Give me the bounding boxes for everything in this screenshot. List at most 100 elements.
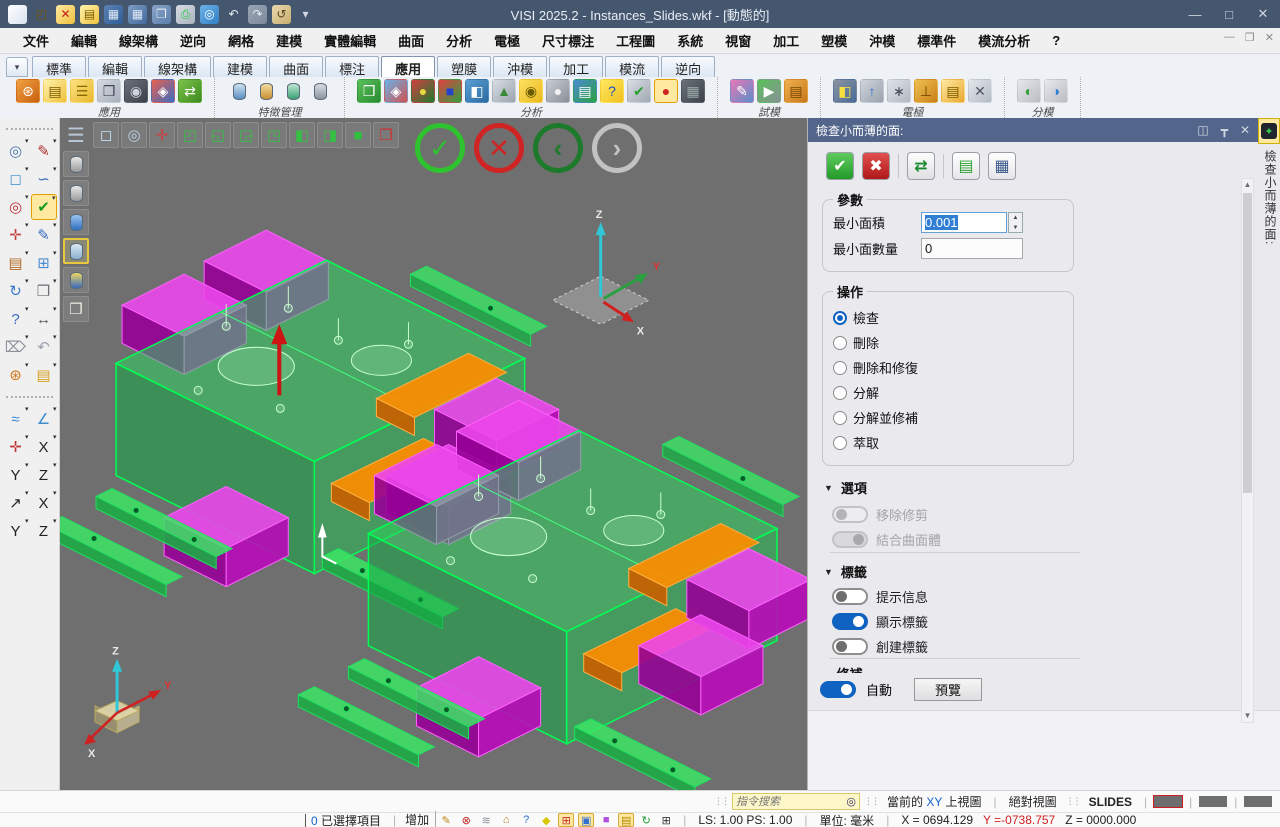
toolbar-drag-handle[interactable] — [6, 396, 53, 400]
menu-item-系統[interactable]: 系統 — [666, 28, 714, 53]
auto-rotate-icon[interactable]: ↻ — [638, 813, 654, 827]
open-file-icon[interactable]: ◰ — [32, 5, 51, 24]
close-button[interactable]: ✕ — [1246, 0, 1280, 28]
curve-pen-icon[interactable]: ✎▾ — [31, 222, 57, 248]
toolbar-drag-handle[interactable] — [6, 128, 53, 132]
spline-edit-icon[interactable]: ∽▾ — [31, 166, 57, 192]
small-faces-check-icon[interactable]: ● — [654, 79, 678, 103]
section-options[interactable]: ▼選項 — [824, 478, 867, 497]
cancel-button[interactable]: ✕ — [474, 123, 524, 173]
menu-item-沖模[interactable]: 沖模 — [858, 28, 906, 53]
radio-option-分解[interactable]: 分解 — [823, 380, 1073, 405]
display-hidden-icon[interactable] — [63, 180, 89, 206]
box-analysis-icon[interactable]: ❒ — [357, 79, 381, 103]
core-sphere-icon[interactable]: ◐ — [1017, 79, 1041, 103]
ladder-icon[interactable]: ▤ — [618, 813, 634, 827]
display-wireframe-icon[interactable] — [63, 151, 89, 177]
menu-item-分析[interactable]: 分析 — [435, 28, 483, 53]
ucs-axis-icon[interactable]: ✛▾ — [3, 222, 29, 248]
zoom-box-icon[interactable]: ◎▾ — [3, 194, 29, 220]
folder-open-icon[interactable]: ▤▾ — [31, 362, 57, 388]
frame-select-icon[interactable]: ⊞ — [558, 813, 574, 827]
dock-window-icon[interactable]: ◫ — [1197, 123, 1208, 137]
menu-item-標準件[interactable]: 標準件 — [906, 28, 967, 53]
draft-cone-icon[interactable]: ▲ — [492, 79, 516, 103]
cavity-sphere-icon[interactable]: ◑ — [1044, 79, 1068, 103]
close-file-icon[interactable]: ✕ — [56, 5, 75, 24]
help-icon[interactable]: ?▾ — [3, 306, 29, 332]
radio-option-刪除[interactable]: 刪除 — [823, 330, 1073, 355]
menu-item-線架構[interactable]: 線架構 — [108, 28, 169, 53]
layer-color-swatch[interactable] — [1199, 796, 1227, 807]
move-y-icon[interactable]: Y▾ — [3, 462, 29, 488]
radio-icon[interactable] — [833, 361, 847, 375]
save-as-icon[interactable]: ▦ — [128, 5, 147, 24]
electrode-folder-icon[interactable]: ▤ — [941, 79, 965, 103]
spinner-down-icon[interactable]: ▼ — [1009, 223, 1022, 233]
redo-icon[interactable]: ↷ — [248, 5, 267, 24]
menu-item-編輯[interactable]: 編輯 — [60, 28, 108, 53]
context-help-icon[interactable]: ? — [518, 813, 534, 827]
preview-button[interactable]: 預覽 — [914, 678, 982, 701]
menu-item-塑模[interactable]: 塑模 — [810, 28, 858, 53]
param-input-最小面積[interactable]: 0.001 — [921, 212, 1007, 233]
view-right-icon[interactable]: ◧ — [289, 122, 315, 148]
display-ghost-icon[interactable] — [63, 238, 89, 264]
menu-item-視窗[interactable]: 視窗 — [714, 28, 762, 53]
menu-item-實體編輯[interactable]: 實體編輯 — [313, 28, 387, 53]
curve-transform-icon[interactable]: ≈▾ — [3, 406, 29, 432]
electrode-paths-icon[interactable]: ✕ — [968, 79, 992, 103]
minimize-button[interactable]: — — [1178, 0, 1212, 28]
app-wheel-icon[interactable]: ⊛▾ — [3, 362, 29, 388]
radio-icon[interactable] — [833, 311, 847, 325]
menu-item-工程圖[interactable]: 工程圖 — [605, 28, 666, 53]
solid-snap-icon[interactable]: ■ — [598, 813, 614, 827]
rgb-cube-icon[interactable]: ■ — [438, 79, 462, 103]
import-file-icon[interactable]: ▤ — [80, 5, 99, 24]
stretch-y-icon[interactable]: Y▾ — [3, 518, 29, 544]
menu-item-文件[interactable]: 文件 — [12, 28, 60, 53]
application-wheel-icon[interactable]: ⊛ — [16, 79, 40, 103]
sheet-map-icon[interactable]: ◈ — [151, 79, 175, 103]
search-icon[interactable]: ◎ — [846, 795, 856, 808]
drag-box-icon[interactable]: ▣ — [578, 813, 594, 827]
ucs-view-icon[interactable]: ✛ — [149, 122, 175, 148]
display-striped-icon[interactable] — [63, 267, 89, 293]
scroll-down-icon[interactable]: ▼ — [1242, 710, 1253, 722]
tab-加工[interactable]: 加工 — [549, 56, 603, 77]
undo-arrow-icon[interactable]: ↶▾ — [31, 334, 57, 360]
grip-dots[interactable]: ⋮⋮ — [1066, 796, 1080, 807]
menu-item-電極[interactable]: 電極 — [483, 28, 531, 53]
qat-more-icon[interactable]: ▾ — [296, 5, 315, 24]
toggle-創建標籤[interactable]: 創建標籤 — [832, 636, 928, 656]
maximize-button[interactable]: □ — [1212, 0, 1246, 28]
section-labels[interactable]: ▼標籤 — [824, 562, 867, 581]
feature-edit-icon[interactable] — [254, 79, 278, 103]
tab-標注[interactable]: 標注 — [325, 56, 379, 77]
sphere-analysis-icon[interactable]: ● — [411, 79, 435, 103]
delete-icon[interactable]: ⌦▾ — [3, 334, 29, 360]
assembly-tree-icon[interactable]: ☰ — [70, 79, 94, 103]
transfer-button[interactable]: ⇄ — [907, 152, 935, 180]
electrode-block-icon[interactable]: ◧ — [833, 79, 857, 103]
scrollbar-thumb[interactable] — [1243, 193, 1252, 493]
view-front-icon[interactable]: ◳ — [261, 122, 287, 148]
load-settings-button[interactable]: ▤ — [952, 152, 980, 180]
tryout-run-icon[interactable]: ▶ — [757, 79, 781, 103]
angle-measure-icon[interactable]: ∠▾ — [31, 406, 57, 432]
surface-fan-icon[interactable]: ◈ — [384, 79, 408, 103]
auto-toggle[interactable] — [820, 681, 856, 698]
tryout-stack-icon[interactable]: ▤ — [784, 79, 808, 103]
viewport-3d[interactable]: Z Y X Z Y X — [60, 118, 807, 790]
feature-delete-icon[interactable] — [308, 79, 332, 103]
measure-icon[interactable]: ↔▾ — [31, 306, 57, 332]
menu-item-逆向[interactable]: 逆向 — [169, 28, 217, 53]
no-snap-icon[interactable]: ⊗ — [458, 813, 474, 827]
toggle-提示信息[interactable]: 提示信息 — [832, 586, 928, 606]
toggle-switch[interactable] — [832, 588, 868, 605]
view-back-icon[interactable]: ◨ — [317, 122, 343, 148]
tab-模流[interactable]: 模流 — [605, 56, 659, 77]
electrode-holder-icon[interactable]: ⊥ — [914, 79, 938, 103]
confirm-button[interactable]: ✓ — [415, 123, 465, 173]
report-check-icon[interactable]: ▤ — [573, 79, 597, 103]
